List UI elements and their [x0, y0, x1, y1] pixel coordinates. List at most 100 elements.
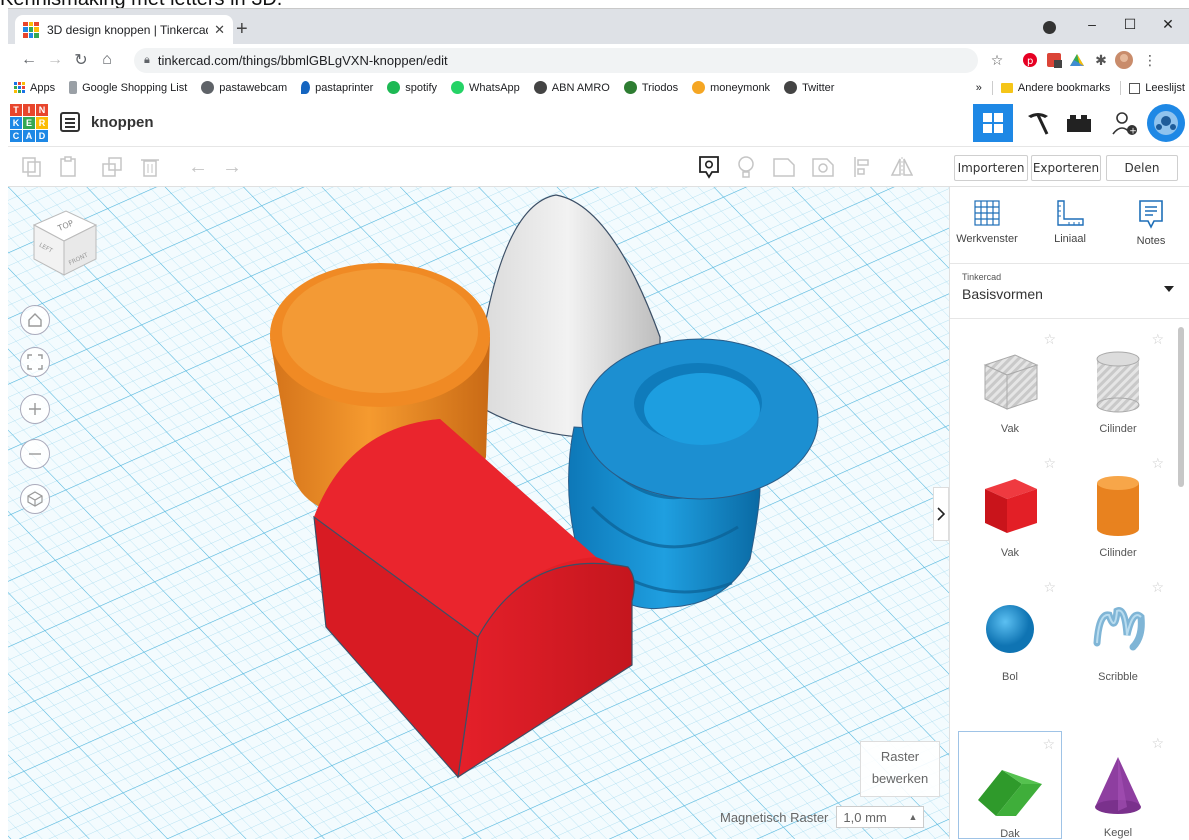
bookmark-twitter[interactable]: Twitter: [784, 81, 834, 94]
snap-grid-value: 1,0 mm: [843, 809, 887, 825]
edit-grid-button[interactable]: Raster bewerken: [860, 741, 940, 797]
other-bookmarks-link[interactable]: Andere bookmarks: [1018, 82, 1110, 94]
extensions-puzzle-icon[interactable]: ✱: [1089, 48, 1113, 72]
zoom-in-button[interactable]: [20, 394, 50, 424]
bookmark-apps[interactable]: Apps: [14, 82, 55, 94]
favorite-star-icon[interactable]: ☆: [1043, 455, 1056, 472]
pinterest-extension-icon[interactable]: p: [1018, 48, 1042, 72]
duplicate-icon[interactable]: [100, 155, 124, 179]
favorite-star-icon[interactable]: ☆: [1151, 455, 1164, 472]
shape-icon[interactable]: [772, 155, 796, 179]
delete-icon[interactable]: [138, 155, 162, 179]
bricks-view-button[interactable]: [1059, 104, 1099, 142]
workplane-grid-icon: [974, 200, 1000, 226]
share-button[interactable]: Delen: [1106, 155, 1178, 181]
url-text: tinkercad.com/things/bbmlGBLgVXN-knoppen…: [157, 53, 448, 68]
reload-icon[interactable]: ↻: [68, 50, 94, 70]
shape-box-red[interactable]: ☆ Vak: [958, 451, 1062, 559]
bookmark-label: WhatsApp: [469, 81, 520, 94]
shape-scribble[interactable]: ☆ Scribble: [1066, 575, 1170, 683]
library-owner: Tinkercad: [962, 272, 1002, 282]
favorite-star-icon[interactable]: ☆: [1151, 331, 1164, 348]
home-icon[interactable]: ⌂: [94, 51, 120, 69]
shape-box-grey[interactable]: ☆ Vak: [958, 327, 1062, 435]
invite-user-button[interactable]: +: [1104, 104, 1144, 142]
close-window-button[interactable]: ✕: [1145, 9, 1189, 39]
shape-cylinder-orange[interactable]: ☆ Cilinder: [1066, 451, 1170, 559]
bookmark-moneymonk[interactable]: moneymonk: [692, 81, 770, 94]
bookmark-spotify[interactable]: spotify: [387, 81, 437, 94]
favorite-star-icon[interactable]: ☆: [1042, 736, 1055, 753]
favorite-star-icon[interactable]: ☆: [1151, 735, 1164, 752]
bookmark-abn-amro[interactable]: ABN AMRO: [533, 81, 610, 94]
avatar[interactable]: [1112, 48, 1136, 72]
shape-roof[interactable]: ☆ Dak: [958, 731, 1062, 840]
notes-tool[interactable]: Notes: [1116, 199, 1186, 247]
extension-icon[interactable]: [1042, 48, 1066, 72]
show-notes-icon[interactable]: [697, 155, 721, 179]
shape-label: Scribble: [1098, 671, 1138, 683]
tinkercad-logo[interactable]: TIN KER CAD: [10, 104, 48, 142]
favorite-star-icon[interactable]: ☆: [1151, 579, 1164, 596]
shape-cylinder-grey[interactable]: ☆ Cilinder: [1066, 327, 1170, 435]
tab-close-icon[interactable]: ✕: [214, 22, 225, 38]
import-button[interactable]: Importeren: [954, 155, 1028, 181]
export-button[interactable]: Exporteren: [1031, 155, 1101, 181]
mirror-icon[interactable]: [889, 155, 913, 179]
browser-tab[interactable]: 3D design knoppen | Tinkercad ✕: [15, 15, 233, 44]
design-title[interactable]: knoppen: [91, 114, 154, 131]
workplane-canvas[interactable]: TOP FRONT LEFT Raster bewerken Magnetisc…: [8, 187, 949, 839]
user-avatar[interactable]: [1146, 104, 1186, 142]
orthographic-view-button[interactable]: [20, 484, 50, 514]
collapse-panel-button[interactable]: [933, 487, 949, 541]
forward-icon[interactable]: →: [42, 51, 68, 69]
home-view-button[interactable]: [20, 305, 50, 335]
undo-icon[interactable]: ←: [186, 155, 210, 179]
library-dropdown[interactable]: Tinkercad Basisvormen: [950, 263, 1189, 319]
3d-design-view-button[interactable]: [973, 104, 1013, 142]
favorite-star-icon[interactable]: ☆: [1043, 579, 1056, 596]
minecraft-view-button[interactable]: [1018, 104, 1058, 142]
plus-icon: [29, 403, 41, 415]
view-cube[interactable]: TOP FRONT LEFT: [26, 203, 104, 283]
bookmark-pastaprinter[interactable]: pastaprinter: [301, 81, 373, 94]
bookmarks-right: » Andere bookmarks Leeslijst: [976, 76, 1185, 100]
workplane-tool[interactable]: Werkvenster: [952, 199, 1022, 245]
drive-extension-icon[interactable]: [1065, 48, 1089, 72]
box-icon: [985, 479, 1037, 533]
hole-icon[interactable]: [811, 155, 835, 179]
spotify-icon: [387, 81, 401, 94]
bookmark-whatsapp[interactable]: WhatsApp: [451, 81, 520, 94]
grid-scene[interactable]: [8, 187, 949, 839]
divider: [1120, 81, 1122, 95]
browser-menu-icon[interactable]: ⋮: [1138, 48, 1162, 72]
new-tab-button[interactable]: +: [236, 18, 248, 41]
back-icon[interactable]: ←: [16, 51, 42, 69]
logo-letter: T: [10, 104, 22, 116]
bookmark-google-shopping-list[interactable]: Google Shopping List: [69, 81, 187, 94]
fit-view-button[interactable]: [20, 347, 50, 377]
bookmark-pastawebcam[interactable]: pastawebcam: [201, 81, 287, 94]
bookmark-triodos[interactable]: Triodos: [623, 81, 678, 94]
snap-grid-select[interactable]: 1,0 mm ▲: [836, 806, 925, 828]
ruler-tool[interactable]: Liniaal: [1035, 199, 1105, 245]
copy-icon[interactable]: [20, 155, 44, 179]
reading-list-link[interactable]: Leeslijst: [1145, 82, 1185, 94]
shape-cone[interactable]: ☆ Kegel: [1066, 731, 1170, 839]
shapes-panel: Werkvenster Liniaal Notes Tinkercad Basi…: [949, 187, 1189, 840]
align-icon[interactable]: [850, 155, 874, 179]
redo-icon[interactable]: →: [220, 155, 244, 179]
panel-scrollbar[interactable]: [1178, 327, 1184, 487]
zoom-out-button[interactable]: [20, 439, 50, 469]
bookmark-label: Twitter: [802, 81, 835, 94]
favorite-star-icon[interactable]: ☆: [1043, 331, 1056, 348]
bookmark-star-icon[interactable]: ☆: [985, 48, 1009, 72]
design-menu-icon[interactable]: [60, 112, 80, 132]
profile-icon[interactable]: [1043, 21, 1056, 34]
bookmarks-overflow-button[interactable]: »: [976, 82, 982, 94]
cone-icon: [1095, 757, 1141, 814]
paste-icon[interactable]: [56, 155, 80, 179]
light-icon[interactable]: [734, 155, 758, 179]
address-bar[interactable]: 🔒︎ tinkercad.com/things/bbmlGBLgVXN-knop…: [134, 48, 978, 73]
shape-sphere[interactable]: ☆ Bol: [958, 575, 1062, 683]
